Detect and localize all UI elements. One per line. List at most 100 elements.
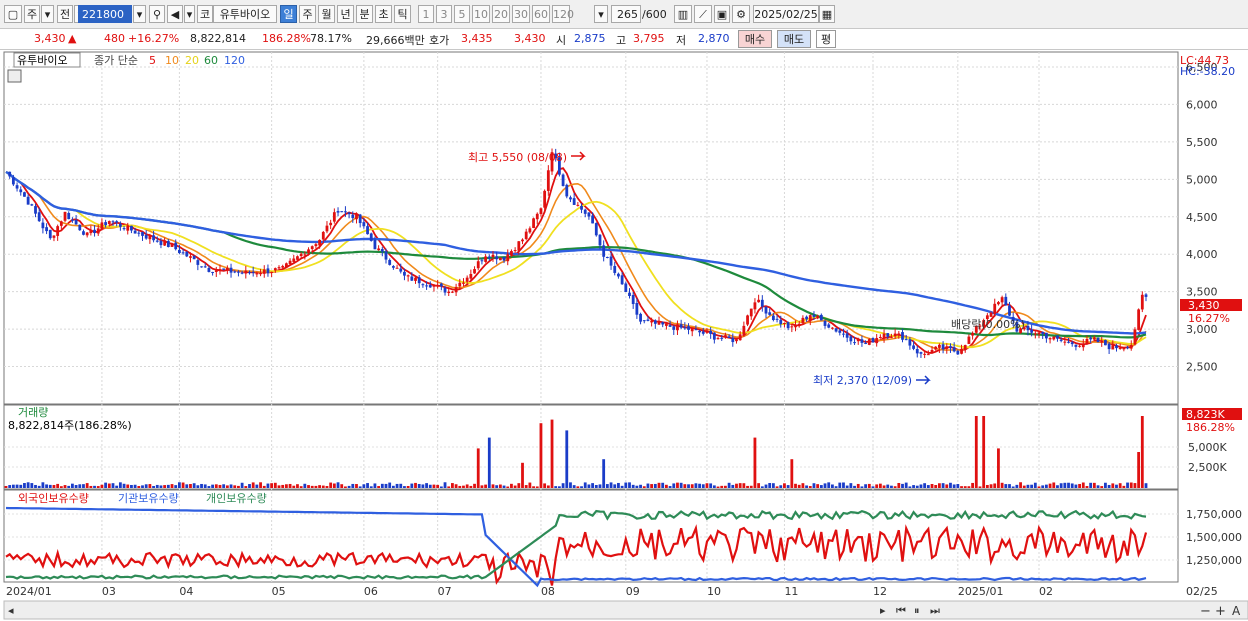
candle-type-icon[interactable]: ▥	[674, 5, 692, 23]
candle-body	[963, 345, 967, 350]
candle-body	[159, 240, 163, 246]
volume-bar	[978, 486, 982, 488]
candle-body	[48, 229, 52, 239]
sell-button[interactable]: 매도	[777, 30, 811, 48]
chevron-down-icon[interactable]: ▾	[41, 5, 54, 23]
period-button-5[interactable]: 초	[375, 5, 392, 23]
candle-body	[1122, 347, 1126, 350]
period-button-1[interactable]: 주	[299, 5, 316, 23]
zoom-in-icon[interactable]: +	[1215, 604, 1226, 619]
legend-ma5: 5	[149, 54, 156, 67]
volume-bar	[462, 485, 465, 488]
scrollbar[interactable]	[3, 600, 1248, 620]
period-button-3[interactable]: 년	[337, 5, 354, 23]
candle-body	[819, 314, 823, 321]
scroll-right-icon[interactable]: ▸	[880, 604, 886, 617]
candle-body	[856, 339, 860, 342]
search-icon[interactable]: ⚲	[149, 5, 165, 23]
candle-body	[155, 240, 159, 242]
count-input[interactable]: 265	[611, 5, 641, 23]
candle-body	[517, 241, 521, 251]
table-icon[interactable]	[7, 69, 22, 83]
volume-bar	[1126, 482, 1129, 488]
interval-button-60[interactable]: 60	[532, 5, 550, 23]
volume-bar	[71, 483, 74, 488]
volume-bar	[19, 484, 23, 488]
quote-bar: 3,430 ▲ 480 +16.27% 8,822,814 186.28% 78…	[0, 29, 1248, 50]
scroll-left-icon[interactable]: ◂	[8, 604, 14, 617]
volume-bar	[856, 483, 860, 488]
volume-bar	[1056, 485, 1059, 488]
candle-body	[30, 204, 34, 206]
speaker-icon[interactable]: ◀	[167, 5, 183, 23]
draw-tool-icon[interactable]: ⟋	[694, 5, 712, 23]
candle-body	[93, 229, 96, 234]
code-dropdown-icon[interactable]: ▾	[133, 5, 146, 23]
candle-body	[166, 241, 170, 247]
first-page-icon[interactable]: ⏮	[896, 604, 906, 617]
interval-button-3[interactable]: 3	[436, 5, 452, 23]
candle-body	[406, 275, 410, 277]
candle-body	[838, 330, 842, 333]
interval-button-10[interactable]: 10	[472, 5, 490, 23]
volume-bar	[668, 486, 672, 488]
volume-bar	[4, 485, 8, 488]
candle-body	[930, 349, 934, 354]
interval-button-30[interactable]: 30	[512, 5, 530, 23]
candle-body	[96, 228, 100, 234]
volume-bar	[458, 485, 462, 488]
period-button-2[interactable]: 월	[318, 5, 335, 23]
interval-button-20[interactable]: 20	[492, 5, 510, 23]
stock-chart[interactable]: 6,5006,0005,5005,0004,5004,0003,5003,000…	[0, 50, 1248, 621]
period-week-toggle[interactable]: 주	[24, 5, 40, 23]
candle-body	[587, 212, 591, 217]
eval-button[interactable]: 평	[816, 30, 836, 48]
volume-bar	[1096, 485, 1100, 488]
interval-button-5[interactable]: 5	[454, 5, 470, 23]
volume-bar	[432, 484, 436, 488]
chevron-down-icon[interactable]: ▾	[184, 5, 195, 23]
interval-button-1[interactable]: 1	[418, 5, 434, 23]
candle-body	[148, 235, 152, 240]
candle-body	[273, 268, 277, 271]
volume-bar	[41, 482, 45, 488]
candle-body	[1089, 337, 1093, 340]
candle-body	[886, 333, 890, 337]
volume-bar	[318, 485, 321, 488]
stock-name[interactable]: 유투바이오	[213, 5, 277, 23]
holders-axis-label: 1,250,000	[1186, 554, 1242, 567]
period-button-0[interactable]: 일	[280, 5, 297, 23]
candle-body	[366, 226, 369, 235]
volume-bar	[923, 483, 927, 488]
candle-body	[967, 336, 971, 344]
gear-icon[interactable]: ⚙	[732, 5, 750, 23]
last-page-icon[interactable]: ⏭	[930, 604, 940, 617]
volume-bar	[1041, 485, 1045, 488]
text-size-icon[interactable]: A	[1232, 604, 1241, 618]
volume-bar	[735, 483, 738, 488]
volume-bar	[646, 483, 650, 488]
stock-code-input[interactable]: 221800	[78, 5, 132, 23]
volume-axis-label: 5,000K	[1188, 441, 1227, 454]
calendar-icon[interactable]: ▦	[819, 5, 835, 23]
pause-icon[interactable]: ⏸	[914, 604, 920, 617]
window-icon[interactable]: ▢	[4, 5, 22, 23]
date-input[interactable]: 2025/02/25	[753, 5, 819, 23]
period-button-4[interactable]: 분	[356, 5, 373, 23]
candle-body	[214, 270, 218, 272]
volume-bar	[310, 485, 314, 488]
candle-body	[177, 249, 181, 253]
volume-bar	[8, 485, 12, 488]
zoom-out-icon[interactable]: −	[1200, 604, 1211, 619]
interval-dropdown-icon[interactable]: ▾	[594, 5, 608, 23]
volume-bar	[572, 485, 576, 488]
period-button-6[interactable]: 틱	[394, 5, 411, 23]
volume-bar	[775, 486, 779, 488]
save-icon[interactable]: ▣	[714, 5, 730, 23]
interval-button-120[interactable]: 120	[552, 5, 574, 23]
prev-button[interactable]: 전	[57, 5, 73, 23]
buy-button[interactable]: 매수	[738, 30, 772, 48]
candle-body	[451, 291, 454, 293]
candle-body	[144, 234, 148, 239]
candle-body	[480, 260, 484, 262]
